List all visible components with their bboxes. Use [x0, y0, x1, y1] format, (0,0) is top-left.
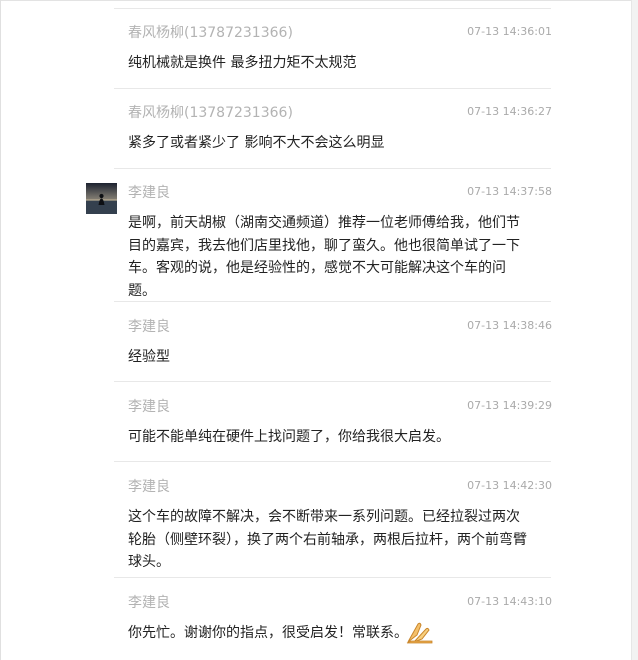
message-time: 07-13 14:42:30	[467, 479, 552, 492]
message-item: 李建良 07-13 14:39:29 可能不能单纯在硬件上找问题了，你给我很大启…	[128, 398, 552, 448]
top-border	[0, 0, 638, 1]
sender-name[interactable]: 李建良	[128, 184, 170, 202]
message-text: 这个车的故障不解决，会不断带来一系列问题。已经拉裂过两次轮胎（侧壁环裂），换了两…	[128, 509, 527, 570]
message-text: 紧多了或者紧少了 影响不大不会这么明显	[128, 135, 385, 151]
sender-name[interactable]: 春风杨柳(13787231366)	[128, 104, 293, 122]
message-divider	[114, 577, 551, 578]
message-divider	[114, 381, 551, 382]
message-item: 李建良 07-13 14:42:30 这个车的故障不解决，会不断带来一系列问题。…	[128, 478, 552, 570]
message-item: 春风杨柳(13787231366) 07-13 14:36:27 紧多了或者紧少…	[128, 104, 552, 154]
message-time: 07-13 14:36:01	[467, 25, 552, 38]
left-border	[0, 0, 1, 660]
avatar-silhouette-icon	[86, 183, 117, 214]
message-item: 李建良 07-13 14:38:46 经验型	[128, 318, 552, 368]
message-text: 是啊，前天胡椒（湖南交通频道）推荐一位老师傅给我，他们节目的嘉宾，我去他们店里找…	[128, 215, 520, 299]
message-text: 可能不能单纯在硬件上找问题了，你给我很大启发。	[128, 429, 450, 445]
message-time: 07-13 14:37:58	[467, 185, 552, 198]
message-item: 春风杨柳(13787231366) 07-13 14:36:01 纯机械就是换件…	[128, 24, 552, 74]
message-time: 07-13 14:39:29	[467, 399, 552, 412]
message-time: 07-13 14:36:27	[467, 105, 552, 118]
message-time: 07-13 14:43:10	[467, 595, 552, 608]
sender-name[interactable]: 春风杨柳(13787231366)	[128, 24, 293, 42]
sender-name[interactable]: 李建良	[128, 478, 170, 496]
avatar[interactable]	[86, 183, 117, 214]
message-divider	[114, 168, 551, 169]
message-time: 07-13 14:38:46	[467, 319, 552, 332]
sender-name[interactable]: 李建良	[128, 318, 170, 336]
message-divider	[114, 461, 551, 462]
message-item: 李建良 07-13 14:37:58 是啊，前天胡椒（湖南交通频道）推荐一位老师…	[128, 184, 552, 299]
message-divider	[114, 88, 551, 89]
message-text: 纯机械就是换件 最多扭力矩不太规范	[128, 55, 357, 71]
sender-name[interactable]: 李建良	[128, 594, 170, 612]
scrollbar-track[interactable]	[631, 0, 638, 660]
message-text: 经验型	[128, 349, 170, 365]
message-text: 你先忙。谢谢你的指点，很受启发！常联系。	[128, 625, 408, 641]
praying-hands-emoji-icon	[406, 620, 434, 644]
sender-name[interactable]: 李建良	[128, 398, 170, 416]
message-divider	[114, 8, 551, 9]
message-item: 李建良 07-13 14:43:10 你先忙。谢谢你的指点，很受启发！常联系。	[128, 594, 552, 644]
